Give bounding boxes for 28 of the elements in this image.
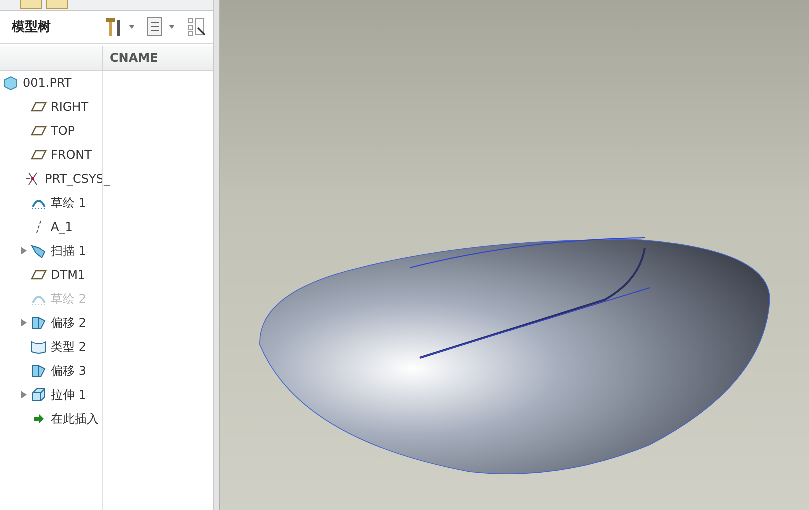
surface-icon — [31, 339, 47, 355]
tree-item[interactable]: 扫描 1 — [51, 242, 86, 260]
tree-item[interactable]: DTM1 — [51, 268, 86, 282]
tree-item[interactable]: A_1 — [51, 220, 73, 234]
tree-item[interactable]: PRT_CSYS_ — [45, 172, 110, 186]
insert-arrow-icon — [31, 411, 47, 427]
tree-item[interactable]: 类型 2 — [51, 338, 86, 356]
cube-icon — [3, 75, 19, 91]
tree-filter-icon[interactable] — [187, 17, 207, 37]
tree-item[interactable]: 偏移 3 — [51, 362, 86, 380]
offset-surface-icon — [31, 363, 47, 379]
tree-item[interactable]: FRONT — [51, 148, 92, 162]
list-settings-icon[interactable] — [147, 17, 163, 37]
extrude-icon — [31, 387, 47, 403]
panel-title: 模型树 — [12, 19, 52, 36]
tree-item[interactable]: 001.PRT — [23, 76, 72, 90]
tree-item[interactable]: 在此插入 — [51, 410, 99, 428]
tools-icon[interactable] — [105, 17, 123, 37]
offset-surface-icon — [31, 315, 47, 331]
sweep-icon — [31, 243, 47, 259]
3d-viewport[interactable] — [220, 0, 809, 510]
tree-item[interactable]: 偏移 2 — [51, 314, 86, 332]
tree-item[interactable]: 拉伸 1 — [51, 386, 86, 404]
tree-item[interactable]: TOP — [51, 124, 76, 138]
caret-icon[interactable] — [169, 25, 175, 29]
tree-item[interactable]: 草绘 1 — [51, 194, 86, 212]
tree-item[interactable]: RIGHT — [51, 100, 89, 114]
caret-icon[interactable] — [129, 25, 135, 29]
